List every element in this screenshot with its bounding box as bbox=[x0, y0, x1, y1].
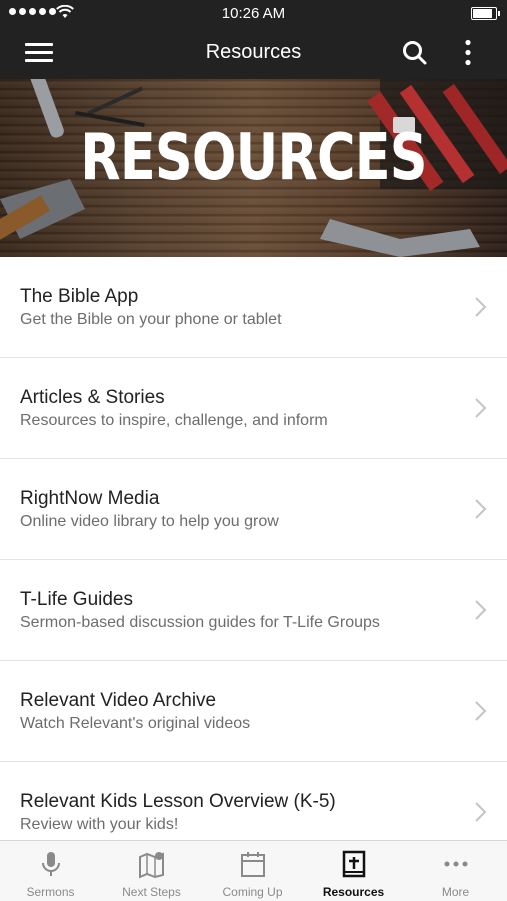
list-item-title: The Bible App bbox=[20, 286, 139, 307]
calendar-icon bbox=[241, 852, 265, 877]
navigation-bar: Resources bbox=[0, 27, 507, 79]
list-item-subtitle: Sermon-based discussion guides for T-Lif… bbox=[20, 614, 380, 631]
banner-title: RESOURCES bbox=[80, 121, 427, 195]
battery-icon bbox=[471, 7, 500, 20]
list-item-subtitle: Get the Bible on your phone or tablet bbox=[20, 311, 282, 328]
resources-banner: RESOURCES bbox=[0, 79, 507, 257]
list-item[interactable]: Articles & Stories Resources to inspire,… bbox=[0, 358, 507, 459]
chevron-right-icon bbox=[475, 297, 487, 317]
list-item-subtitle: Resources to inspire, challenge, and inf… bbox=[20, 412, 328, 429]
list-item[interactable]: T-Life Guides Sermon-based discussion gu… bbox=[0, 560, 507, 661]
tab-resources[interactable]: Resources bbox=[303, 841, 404, 901]
chevron-right-icon bbox=[475, 398, 487, 418]
tab-label: More bbox=[441, 885, 470, 899]
map-pin-icon bbox=[139, 852, 164, 879]
list-item-subtitle: Online video library to help you grow bbox=[20, 513, 279, 530]
tab-next-steps[interactable]: Next Steps bbox=[101, 841, 202, 901]
list-item[interactable]: RightNow Media Online video library to h… bbox=[0, 459, 507, 560]
tab-label: Next Steps bbox=[122, 885, 181, 899]
list-item-subtitle: Watch Relevant's original videos bbox=[20, 715, 251, 732]
status-time: 10:26 AM bbox=[221, 5, 286, 22]
tab-label: Coming Up bbox=[222, 885, 283, 899]
chevron-right-icon bbox=[475, 600, 487, 620]
bible-icon bbox=[342, 850, 366, 878]
resource-list: The Bible App Get the Bible on your phon… bbox=[0, 257, 507, 863]
overflow-menu-icon[interactable] bbox=[456, 39, 480, 67]
list-item[interactable]: Relevant Video Archive Watch Relevant's … bbox=[0, 661, 507, 762]
tab-more[interactable]: More bbox=[405, 841, 506, 901]
list-item[interactable]: The Bible App Get the Bible on your phon… bbox=[0, 257, 507, 358]
tab-sermons[interactable]: Sermons bbox=[0, 841, 101, 901]
microphone-icon bbox=[42, 852, 60, 876]
chevron-right-icon bbox=[475, 499, 487, 519]
list-item-title: RightNow Media bbox=[20, 488, 160, 509]
list-item-title: Relevant Kids Lesson Overview (K-5) bbox=[20, 791, 336, 812]
list-item-title: Articles & Stories bbox=[20, 387, 165, 408]
more-dots-icon bbox=[444, 861, 468, 867]
status-bar: 10:26 AM bbox=[0, 0, 507, 27]
tab-label: Sermons bbox=[26, 885, 75, 899]
chevron-right-icon bbox=[475, 701, 487, 721]
list-item-subtitle: Review with your kids! bbox=[20, 816, 179, 833]
page-title: Resources bbox=[205, 41, 302, 63]
tab-coming-up[interactable]: Coming Up bbox=[202, 841, 303, 901]
chevron-right-icon bbox=[475, 802, 487, 822]
list-item-title: T-Life Guides bbox=[20, 589, 133, 610]
tab-bar: Sermons Next Steps Coming Up Resources M… bbox=[0, 840, 507, 901]
tab-label: Resources bbox=[322, 885, 385, 899]
list-item-title: Relevant Video Archive bbox=[20, 690, 217, 711]
search-icon[interactable] bbox=[401, 39, 429, 67]
